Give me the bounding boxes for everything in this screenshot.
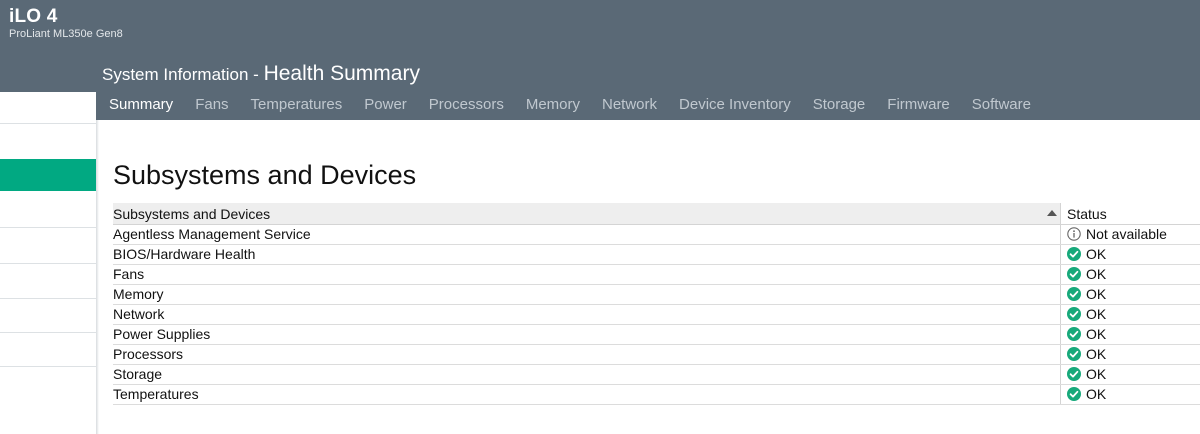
tab-power[interactable]: Power (353, 92, 418, 120)
status-text: Not available (1086, 226, 1167, 242)
status-cell: OK (1060, 285, 1200, 304)
tab-fans[interactable]: Fans (184, 92, 239, 120)
status-text: OK (1086, 286, 1107, 302)
table-row: Memory OK (113, 285, 1200, 305)
check-circle-icon (1067, 387, 1081, 401)
status-text: OK (1086, 386, 1107, 402)
table-header: Subsystems and Devices Status (113, 203, 1200, 225)
top-header-bar: iLO 4 ProLiant ML350e Gen8 System Inform… (0, 0, 1200, 120)
check-circle-icon (1067, 327, 1081, 341)
info-icon (1067, 227, 1081, 241)
subsystem-name: Memory (113, 286, 164, 302)
nav-item[interactable] (0, 228, 96, 264)
brand: iLO 4 ProLiant ML350e Gen8 (9, 6, 123, 41)
tab-memory[interactable]: Memory (515, 92, 591, 120)
heading-separator: - (248, 65, 264, 84)
nav-item[interactable] (0, 299, 96, 333)
nav-item-selected[interactable] (0, 159, 96, 191)
status-text: OK (1086, 246, 1107, 262)
table-row: BIOS/Hardware Health OK (113, 245, 1200, 265)
nav-item[interactable] (0, 333, 96, 367)
subsystem-name: Storage (113, 366, 163, 382)
table-row: Fans OK (113, 265, 1200, 285)
table-row: Storage OK (113, 365, 1200, 385)
check-circle-icon (1067, 287, 1081, 301)
nav-item[interactable] (0, 264, 96, 299)
tab-temperatures[interactable]: Temperatures (240, 92, 354, 120)
column-header-status[interactable]: Status (1060, 203, 1200, 224)
check-circle-icon (1067, 347, 1081, 361)
subsystem-name: Fans (113, 266, 145, 282)
status-cell: OK (1060, 365, 1200, 384)
tab-bar: Summary Fans Temperatures Power Processo… (98, 92, 1042, 120)
subsystem-name: Network (113, 306, 165, 322)
table-row: Temperatures OK (113, 385, 1200, 405)
page-title: Health Summary (263, 62, 420, 85)
left-navigation (0, 92, 96, 434)
subsystem-name: Processors (113, 346, 184, 362)
page-heading: System Information - Health Summary (102, 61, 420, 89)
check-circle-icon (1067, 307, 1081, 321)
subsystems-table: Subsystems and Devices Status Agentless … (113, 203, 1200, 405)
status-text: OK (1086, 326, 1107, 342)
tab-network[interactable]: Network (591, 92, 668, 120)
tab-processors[interactable]: Processors (418, 92, 515, 120)
subsystem-name: Agentless Management Service (113, 226, 311, 242)
status-cell: OK (1060, 325, 1200, 344)
check-circle-icon (1067, 267, 1081, 281)
check-circle-icon (1067, 367, 1081, 381)
app-title: iLO 4 (9, 6, 58, 27)
tab-device-inventory[interactable]: Device Inventory (668, 92, 802, 120)
server-model: ProLiant ML350e Gen8 (9, 28, 123, 40)
tab-summary[interactable]: Summary (98, 92, 184, 120)
table-body: Agentless Management Service Not availabl… (113, 225, 1200, 405)
check-circle-icon (1067, 247, 1081, 261)
status-text: OK (1086, 366, 1107, 382)
table-row: Processors OK (113, 345, 1200, 365)
status-text: OK (1086, 306, 1107, 322)
subsystem-name: BIOS/Hardware Health (113, 246, 256, 262)
tab-software[interactable]: Software (961, 92, 1042, 120)
table-row: Network OK (113, 305, 1200, 325)
tab-firmware[interactable]: Firmware (876, 92, 961, 120)
column-header-subsystems[interactable]: Subsystems and Devices (113, 203, 1059, 224)
sort-ascending-icon[interactable] (1047, 210, 1057, 216)
status-cell: OK (1060, 245, 1200, 264)
nav-item[interactable] (0, 191, 96, 228)
subsystem-name: Power Supplies (113, 326, 211, 342)
table-row: Power Supplies OK (113, 325, 1200, 345)
section-name: System Information (102, 65, 249, 84)
status-cell: OK (1060, 265, 1200, 284)
nav-item[interactable] (0, 92, 96, 124)
main-content: Subsystems and Devices Subsystems and De… (99, 120, 1200, 434)
status-text: OK (1086, 346, 1107, 362)
status-cell: Not available (1060, 225, 1200, 244)
subsystem-name: Temperatures (113, 386, 199, 402)
status-text: OK (1086, 266, 1107, 282)
section-title: Subsystems and Devices (113, 160, 417, 190)
table-row: Agentless Management Service Not availabl… (113, 225, 1200, 245)
status-cell: OK (1060, 305, 1200, 324)
tab-storage[interactable]: Storage (802, 92, 877, 120)
status-cell: OK (1060, 345, 1200, 364)
status-cell: OK (1060, 385, 1200, 404)
